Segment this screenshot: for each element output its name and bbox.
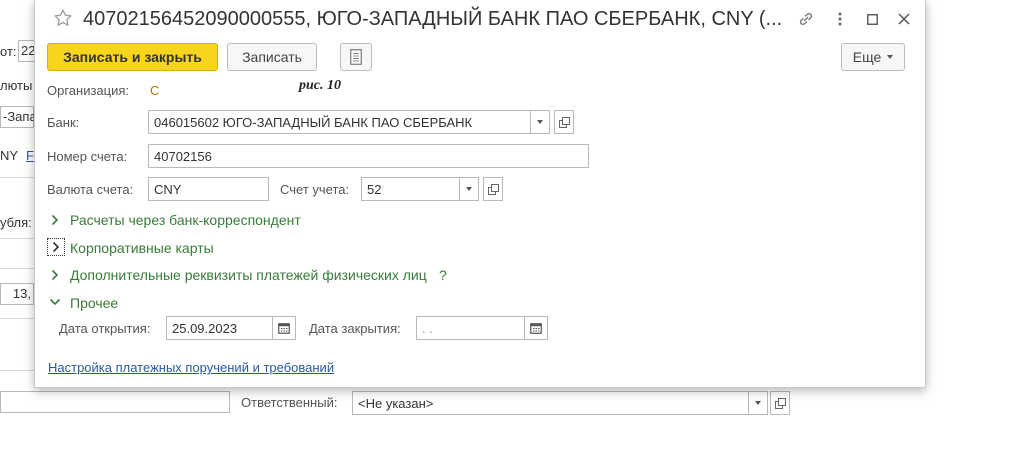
bank-label: Банк: bbox=[47, 115, 80, 130]
bg-fragment: от: bbox=[0, 44, 17, 59]
chevron-down-icon bbox=[755, 401, 761, 405]
bg-divider bbox=[0, 238, 34, 239]
bank-value: 046015602 ЮГО-ЗАПАДНЫЙ БАНК ПАО СБЕРБАНК bbox=[154, 114, 473, 130]
ledger-account-field[interactable]: 52 bbox=[361, 177, 460, 201]
responsible-value: <Не указан> bbox=[358, 395, 434, 411]
chevron-down-icon[interactable] bbox=[49, 298, 61, 306]
bank-field[interactable]: 046015602 ЮГО-ЗАПАДНЫЙ БАНК ПАО СБЕРБАНК bbox=[148, 110, 531, 134]
chevron-down-icon bbox=[537, 120, 543, 124]
link-icon bbox=[799, 13, 813, 25]
chevron-down-icon bbox=[887, 55, 894, 59]
bg-link[interactable]: F bbox=[26, 148, 34, 163]
responsible-open-button[interactable] bbox=[770, 391, 790, 415]
bg-divider bbox=[0, 268, 34, 269]
bg-divider bbox=[0, 370, 34, 371]
bg-divider bbox=[0, 177, 34, 178]
open-date-calendar-button[interactable] bbox=[272, 316, 296, 340]
close-date-field[interactable]: . . bbox=[416, 316, 525, 340]
currency-field[interactable]: CNY bbox=[148, 177, 269, 201]
group-corporate-toggle[interactable] bbox=[47, 238, 65, 256]
payment-settings-link[interactable]: Настройка платежных поручений и требован… bbox=[48, 360, 334, 375]
bg-fragment: убля: bbox=[0, 215, 32, 230]
account-number-field[interactable]: 40702156 bbox=[148, 144, 589, 168]
group-correspondent[interactable]: Расчеты через банк-корреспондент bbox=[70, 212, 301, 228]
bg-fragment: NY bbox=[0, 148, 19, 163]
calendar-icon bbox=[278, 323, 290, 334]
open-form-icon bbox=[558, 116, 570, 128]
ledger-dropdown-button[interactable] bbox=[459, 177, 479, 201]
more-menu-label: Еще bbox=[852, 49, 882, 65]
open-date-field[interactable]: 25.09.2023 bbox=[166, 316, 273, 340]
close-date-calendar-button[interactable] bbox=[524, 316, 548, 340]
dialog-title: 40702156452090000555, ЮГО-ЗАПАДНЫЙ БАНК … bbox=[83, 8, 783, 30]
save-button[interactable]: Записать bbox=[227, 43, 317, 71]
responsible-label: Ответственный: bbox=[241, 395, 338, 410]
kebab-menu-icon bbox=[838, 12, 842, 26]
maximize-icon bbox=[866, 13, 878, 25]
organization-value[interactable]: С bbox=[150, 83, 159, 98]
currency-value: CNY bbox=[154, 181, 182, 197]
link-button[interactable] bbox=[795, 8, 817, 30]
document-list-icon bbox=[350, 49, 362, 65]
open-form-icon bbox=[774, 397, 786, 409]
bg-input[interactable]: -Запа bbox=[0, 106, 37, 128]
account-number-value: 40702156 bbox=[154, 148, 212, 164]
bank-open-button[interactable] bbox=[554, 110, 574, 134]
help-icon[interactable]: ? bbox=[439, 267, 447, 283]
maximize-button[interactable] bbox=[861, 8, 883, 30]
report-button[interactable] bbox=[340, 43, 372, 71]
open-form-icon bbox=[487, 183, 499, 195]
bg-input-value: 13, bbox=[12, 286, 31, 301]
group-additional-details[interactable]: Дополнительные реквизиты платежей физиче… bbox=[70, 267, 427, 283]
open-date-value: 25.09.2023 bbox=[172, 320, 238, 336]
chevron-right-icon bbox=[52, 241, 60, 253]
bank-account-dialog: 40702156452090000555, ЮГО-ЗАПАДНЫЙ БАНК … bbox=[34, 0, 926, 388]
bank-dropdown-button[interactable] bbox=[530, 110, 550, 134]
more-actions-button[interactable] bbox=[829, 8, 851, 30]
group-other[interactable]: Прочее bbox=[70, 295, 118, 311]
ledger-account-label: Счет учета: bbox=[280, 182, 350, 197]
bg-fragment: люты bbox=[0, 78, 33, 93]
chevron-right-icon[interactable] bbox=[51, 269, 59, 281]
account-number-label: Номер счета: bbox=[47, 149, 128, 164]
bg-input[interactable] bbox=[0, 391, 230, 413]
figure-note: рис. 10 bbox=[299, 78, 341, 93]
group-corporate-cards[interactable]: Корпоративные карты bbox=[70, 240, 214, 256]
close-icon bbox=[898, 13, 910, 25]
more-menu-button[interactable]: Еще bbox=[841, 43, 905, 71]
close-date-value: . . bbox=[422, 320, 433, 336]
save-and-close-button[interactable]: Записать и закрыть bbox=[47, 43, 218, 71]
close-button[interactable] bbox=[893, 8, 915, 30]
bg-input-value: -Запа bbox=[3, 109, 37, 124]
organization-label: Организация: bbox=[47, 83, 130, 98]
chevron-down-icon bbox=[466, 187, 472, 191]
bg-input[interactable]: 13, bbox=[0, 283, 34, 305]
chevron-right-icon[interactable] bbox=[51, 214, 59, 226]
ledger-open-button[interactable] bbox=[483, 177, 503, 201]
calendar-icon bbox=[530, 323, 542, 334]
open-date-label: Дата открытия: bbox=[59, 321, 151, 336]
close-date-label: Дата закрытия: bbox=[309, 321, 401, 336]
currency-label: Валюта счета: bbox=[47, 182, 134, 197]
responsible-field[interactable]: <Не указан> bbox=[352, 391, 749, 415]
ledger-account-value: 52 bbox=[367, 181, 382, 197]
favorite-star-icon[interactable] bbox=[53, 8, 73, 31]
responsible-dropdown-button[interactable] bbox=[748, 391, 768, 415]
bg-divider bbox=[0, 318, 34, 319]
